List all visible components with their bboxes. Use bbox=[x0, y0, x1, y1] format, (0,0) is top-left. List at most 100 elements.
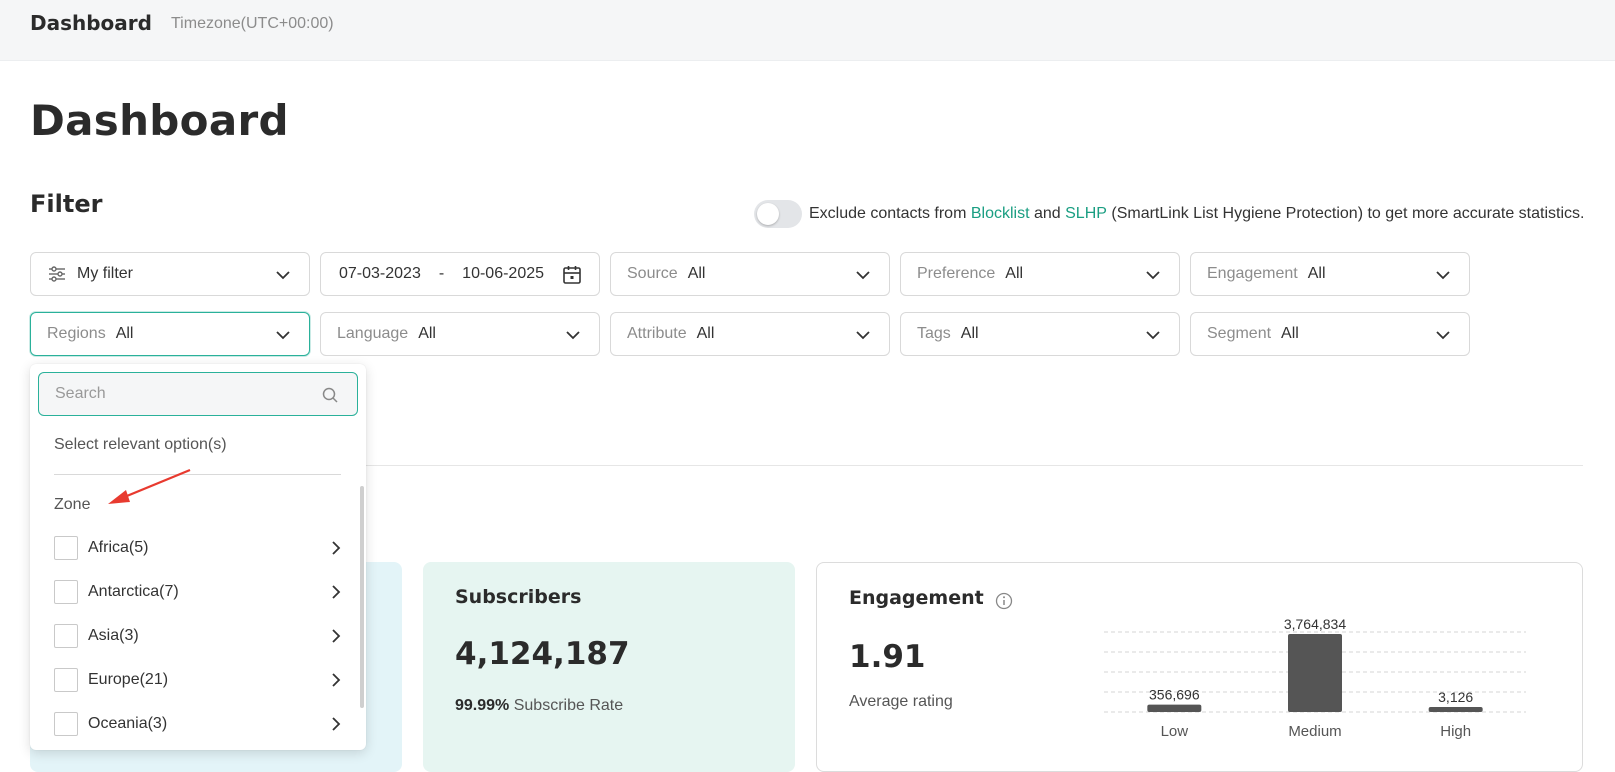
engagement-select[interactable]: Engagement All bbox=[1190, 252, 1470, 296]
tags-label: Tags bbox=[917, 325, 951, 342]
engagement-bar-chart: 356,696 Low 3,764,834 Medium 3,126 High bbox=[1104, 618, 1526, 740]
chart-bar-medium[interactable] bbox=[1288, 634, 1342, 712]
chart-tick-label: Medium bbox=[1288, 723, 1341, 740]
page-title: Dashboard bbox=[30, 96, 289, 145]
source-value: All bbox=[687, 265, 706, 282]
timezone-label: Timezone(UTC+00:00) bbox=[171, 15, 334, 32]
chart-bar-low[interactable] bbox=[1147, 704, 1202, 712]
calendar-icon bbox=[563, 266, 581, 284]
subscribers-title: Subscribers bbox=[455, 586, 582, 608]
language-label: Language bbox=[337, 325, 409, 342]
preference-label: Preference bbox=[917, 265, 996, 282]
annotation-arrow-icon bbox=[108, 468, 191, 504]
chart-tick-label: Low bbox=[1161, 723, 1189, 740]
region-checkbox[interactable] bbox=[54, 536, 78, 560]
subscribers-card: Subscribers 4,124,187 99.99% Subscribe R… bbox=[423, 562, 795, 772]
average-rating-value: 1.91 bbox=[849, 639, 926, 675]
chevron-right-icon[interactable] bbox=[328, 672, 344, 688]
chevron-right-icon[interactable] bbox=[328, 540, 344, 556]
chevron-down-icon bbox=[1436, 331, 1450, 340]
tags-select[interactable]: Tags All bbox=[900, 312, 1180, 356]
exclude-suffix: (SmartLink List Hygiene Protection) to g… bbox=[1106, 205, 1585, 222]
source-label: Source bbox=[627, 265, 678, 282]
exclude-and: and bbox=[1029, 205, 1066, 222]
regions-search-box[interactable] bbox=[38, 372, 358, 416]
subscribe-rate-value: 99.99% bbox=[455, 697, 510, 714]
chevron-right-icon[interactable] bbox=[328, 716, 344, 732]
chart-bar-high[interactable] bbox=[1428, 707, 1483, 712]
segment-value: All bbox=[1281, 325, 1299, 342]
region-item-africa[interactable]: Africa(5) bbox=[54, 533, 344, 563]
region-checkbox[interactable] bbox=[54, 624, 78, 648]
region-checkbox[interactable] bbox=[54, 668, 78, 692]
search-icon bbox=[322, 387, 338, 403]
average-rating-label: Average rating bbox=[849, 693, 953, 710]
date-range-picker[interactable]: 07-03-2023 - 10-06-2025 bbox=[320, 252, 600, 296]
toggle-knob bbox=[757, 203, 779, 225]
region-item-label: Europe(21) bbox=[88, 671, 169, 688]
date-separator: - bbox=[438, 265, 445, 282]
chevron-right-icon[interactable] bbox=[328, 584, 344, 600]
regions-select[interactable]: Regions All bbox=[30, 312, 310, 356]
regions-label: Regions bbox=[47, 325, 106, 342]
top-bar: Dashboard Timezone(UTC+00:00) bbox=[0, 0, 1615, 61]
chevron-down-icon bbox=[856, 331, 870, 340]
filter-section-title: Filter bbox=[30, 190, 103, 218]
dropdown-hint: Select relevant option(s) bbox=[54, 436, 227, 453]
date-from: 07-03-2023 bbox=[339, 265, 421, 282]
chevron-down-icon bbox=[276, 331, 290, 340]
engagement-title: Engagement bbox=[849, 587, 984, 609]
attribute-label: Attribute bbox=[627, 325, 687, 342]
subscribe-rate: 99.99% Subscribe Rate bbox=[455, 697, 623, 715]
chevron-down-icon bbox=[276, 271, 290, 280]
chevron-down-icon bbox=[1146, 271, 1160, 280]
region-checkbox[interactable] bbox=[54, 712, 78, 736]
region-item-oceania[interactable]: Oceania(3) bbox=[54, 709, 344, 739]
segment-select[interactable]: Segment All bbox=[1190, 312, 1470, 356]
chart-data-label: 356,696 bbox=[1149, 687, 1200, 703]
exclude-toggle[interactable] bbox=[754, 200, 802, 228]
chevron-down-icon bbox=[856, 271, 870, 280]
attribute-select[interactable]: Attribute All bbox=[610, 312, 890, 356]
exclude-prefix: Exclude contacts from bbox=[809, 205, 971, 222]
slhp-link[interactable]: SLHP bbox=[1065, 205, 1107, 223]
app-title: Dashboard bbox=[30, 11, 152, 35]
region-item-label: Africa(5) bbox=[88, 539, 149, 556]
attribute-value: All bbox=[696, 325, 715, 342]
regions-value: All bbox=[115, 325, 134, 342]
engagement-value: All bbox=[1307, 265, 1326, 282]
chart-tick-label: High bbox=[1440, 723, 1471, 740]
chart-data-label: 3,126 bbox=[1438, 689, 1473, 705]
subscribe-rate-label: Subscribe Rate bbox=[513, 697, 624, 714]
subscribers-count: 4,124,187 bbox=[455, 636, 630, 672]
zone-group-label: Zone bbox=[54, 496, 91, 513]
chevron-right-icon[interactable] bbox=[328, 628, 344, 644]
my-filter-select[interactable]: My filter bbox=[30, 252, 310, 296]
chevron-down-icon bbox=[566, 331, 580, 340]
my-filter-label: My filter bbox=[77, 265, 133, 282]
dropdown-scrollbar[interactable] bbox=[360, 486, 364, 708]
region-item-antarctica[interactable]: Antarctica(7) bbox=[54, 577, 344, 607]
sliders-icon bbox=[49, 266, 65, 282]
info-icon[interactable] bbox=[995, 592, 1013, 610]
region-item-label: Oceania(3) bbox=[88, 715, 168, 732]
preference-value: All bbox=[1005, 265, 1024, 282]
blocklist-link[interactable]: Blocklist bbox=[971, 205, 1030, 223]
source-select[interactable]: Source All bbox=[610, 252, 890, 296]
language-value: All bbox=[418, 325, 436, 342]
language-select[interactable]: Language All bbox=[320, 312, 600, 356]
regions-dropdown: Select relevant option(s) Zone Africa(5)… bbox=[30, 364, 366, 750]
section-divider bbox=[365, 465, 1583, 466]
region-checkbox[interactable] bbox=[54, 580, 78, 604]
tags-value: All bbox=[960, 325, 979, 342]
chevron-down-icon bbox=[1146, 331, 1160, 340]
engagement-label: Engagement bbox=[1207, 265, 1298, 282]
region-item-asia[interactable]: Asia(3) bbox=[54, 621, 344, 651]
preference-select[interactable]: Preference All bbox=[900, 252, 1180, 296]
region-item-label: Asia(3) bbox=[88, 627, 139, 644]
regions-search-input[interactable] bbox=[55, 385, 315, 403]
segment-label: Segment bbox=[1207, 325, 1272, 342]
date-to: 10-06-2025 bbox=[462, 265, 545, 282]
region-item-europe[interactable]: Europe(21) bbox=[54, 665, 344, 695]
chevron-down-icon bbox=[1436, 271, 1450, 280]
